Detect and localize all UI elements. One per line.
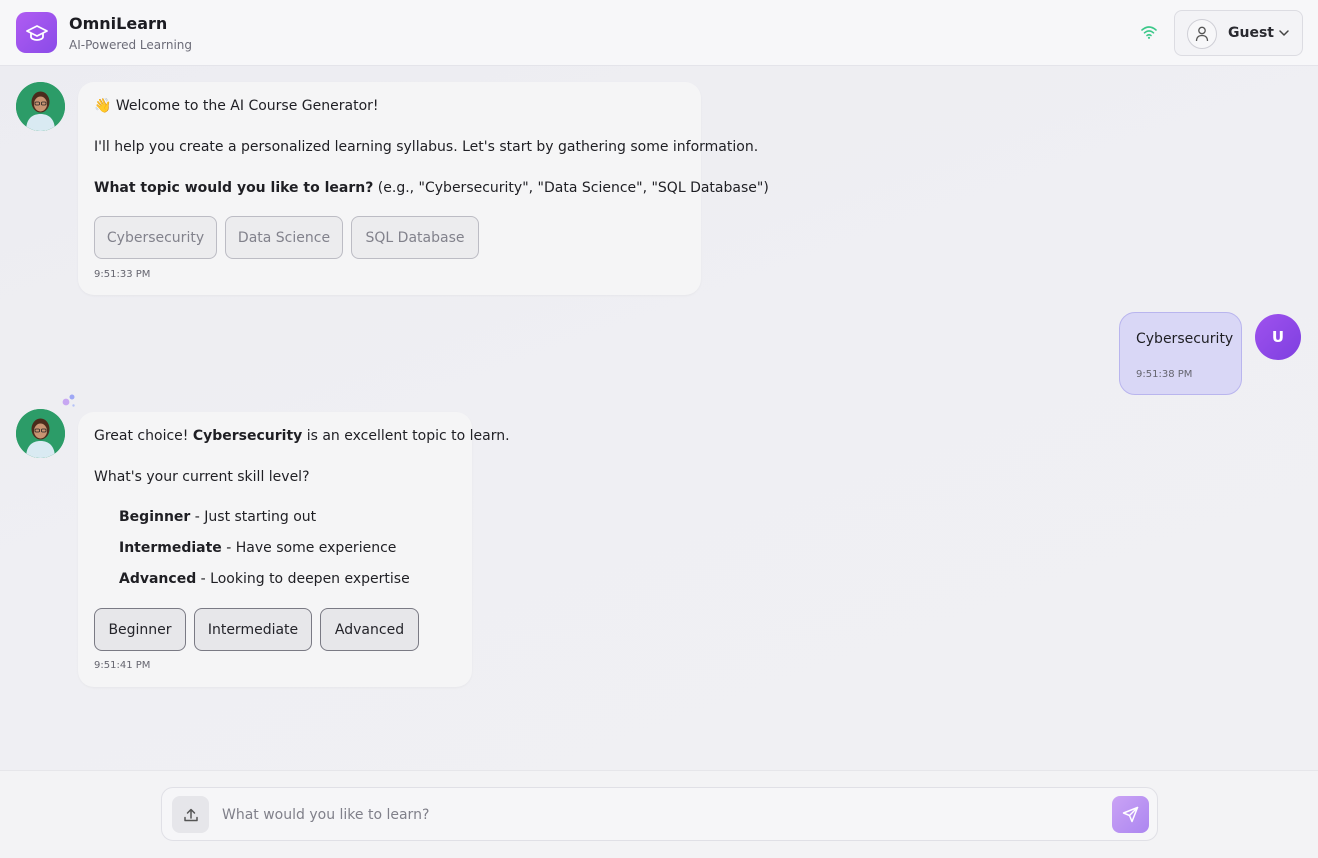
send-button[interactable] xyxy=(1112,796,1149,833)
upload-icon xyxy=(183,808,198,821)
level-option-beginner[interactable]: Beginner xyxy=(94,608,186,651)
message-timestamp: 9:51:33 PM xyxy=(94,269,151,280)
level-option-intermediate[interactable]: Intermediate xyxy=(194,608,312,651)
upload-button[interactable] xyxy=(172,796,209,833)
send-icon xyxy=(1122,806,1139,823)
user-name: Guest xyxy=(1228,25,1274,41)
message-question: What's your current skill level? xyxy=(94,469,310,485)
level-option-advanced[interactable]: Advanced xyxy=(320,608,419,651)
composer xyxy=(161,787,1158,841)
assistant-message: 👋 Welcome to the AI Course Generator! I'… xyxy=(78,82,769,295)
app-header: OmniLearn AI-Powered Learning Guest xyxy=(0,0,1318,66)
message-greeting: 👋 Welcome to the AI Course Generator! xyxy=(94,98,379,114)
message-timestamp: 9:51:38 PM xyxy=(1136,369,1193,380)
app-title: OmniLearn xyxy=(69,14,168,33)
user-icon xyxy=(1187,19,1217,49)
message-intro: I'll help you create a personalized lear… xyxy=(94,139,759,155)
level-item: Beginner - Just starting out xyxy=(119,509,317,525)
message-lead: Great choice! Cybersecurity is an excell… xyxy=(94,428,510,444)
chevron-down-icon xyxy=(1279,30,1289,36)
user-avatar: U xyxy=(1255,314,1301,360)
level-item: Intermediate - Have some experience xyxy=(119,540,397,556)
assistant-avatar xyxy=(16,409,65,458)
topic-option-cybersecurity[interactable]: Cybersecurity xyxy=(94,216,217,259)
wave-icon: 👋 xyxy=(94,98,112,114)
user-message-text: Cybersecurity xyxy=(1136,331,1234,347)
user-menu-button[interactable]: Guest xyxy=(1174,10,1303,56)
assistant-message: Great choice! Cybersecurity is an excell… xyxy=(78,412,510,687)
topic-option-sql-database[interactable]: SQL Database xyxy=(351,216,479,259)
app-subtitle: AI-Powered Learning xyxy=(69,38,193,52)
assistant-avatar xyxy=(16,82,65,131)
wifi-icon xyxy=(1141,26,1157,39)
chat-input[interactable] xyxy=(222,796,1102,833)
graduation-cap-icon[interactable] xyxy=(16,12,57,53)
typing-indicator-icon xyxy=(62,394,75,407)
level-item: Advanced - Looking to deepen expertise xyxy=(119,571,410,587)
topic-option-data-science[interactable]: Data Science xyxy=(225,216,343,259)
message-timestamp: 9:51:41 PM xyxy=(94,660,151,671)
user-message: Cybersecurity 9:51:38 PM xyxy=(1119,312,1242,395)
message-question: What topic would you like to learn? (e.g… xyxy=(94,180,769,196)
